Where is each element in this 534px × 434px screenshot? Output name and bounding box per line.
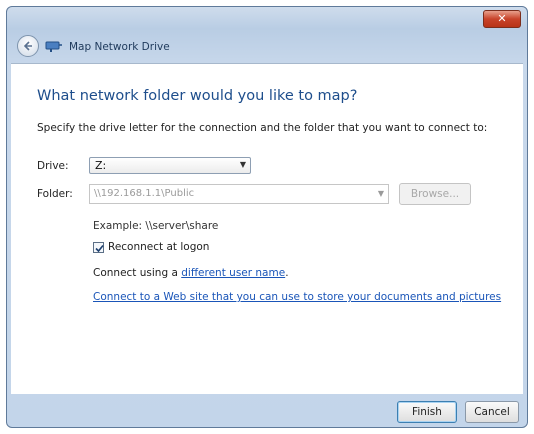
- folder-label: Folder:: [37, 188, 73, 200]
- connect-different-user: Connect using a different user name.: [93, 267, 289, 279]
- web-site-link[interactable]: Connect to a Web site that you can use t…: [93, 291, 501, 303]
- close-button[interactable]: ✕: [483, 10, 521, 28]
- wizard-content: What network folder would you like to ma…: [11, 63, 523, 394]
- dropdown-arrow-icon: ▼: [377, 189, 384, 198]
- connect-prefix: Connect using a: [93, 267, 182, 279]
- wizard-nav-bar: Map Network Drive: [7, 31, 527, 65]
- folder-input[interactable]: \\192.168.1.1\Public ▼: [89, 184, 389, 204]
- example-text: Example: \\server\share: [93, 220, 219, 232]
- back-button[interactable]: [17, 35, 39, 57]
- network-drive-icon: [45, 41, 62, 52]
- drive-select[interactable]: Z: ▼: [89, 157, 251, 174]
- drive-value: Z:: [95, 159, 107, 172]
- instruction-text: Specify the drive letter for the connect…: [37, 122, 488, 134]
- connect-suffix: .: [285, 267, 289, 279]
- page-heading: What network folder would you like to ma…: [37, 88, 358, 104]
- back-arrow-icon: [23, 41, 32, 51]
- different-user-link[interactable]: different user name: [181, 267, 285, 279]
- checkmark-icon: [95, 244, 104, 253]
- browse-button[interactable]: Browse...: [399, 183, 471, 205]
- map-network-drive-window: ✕ Map Network Drive What network folder …: [6, 6, 528, 428]
- dropdown-arrow-icon: ▼: [239, 160, 246, 169]
- cancel-button[interactable]: Cancel: [465, 401, 519, 423]
- reconnect-checkbox[interactable]: [93, 242, 104, 253]
- reconnect-label: Reconnect at logon: [108, 241, 210, 253]
- wizard-footer: Finish Cancel: [11, 393, 523, 427]
- wizard-title: Map Network Drive: [69, 41, 170, 53]
- folder-value: \\192.168.1.1\Public: [94, 188, 195, 199]
- finish-button[interactable]: Finish: [397, 401, 457, 423]
- drive-label: Drive:: [37, 160, 69, 172]
